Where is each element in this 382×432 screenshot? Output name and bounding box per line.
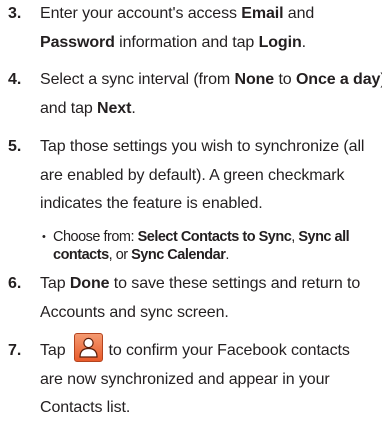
step-number: 4. [8, 71, 22, 88]
step-text: Tap those settings you wish to synchroni… [40, 133, 382, 219]
text-run: . [131, 99, 136, 117]
text-run: information and tap [114, 33, 259, 51]
text-run: to save these settings and return to [109, 275, 361, 292]
text-line: Tap those settings you wish to synchroni… [40, 138, 365, 155]
text-line: Select a sync interval (from None to Onc… [40, 66, 382, 95]
text-run: Tap [40, 275, 70, 292]
text-run-bold: Login [258, 33, 302, 51]
text-run: Enter your account's access [40, 5, 242, 22]
text-line: Choose from: Select Contacts to Sync, Sy… [53, 228, 350, 246]
step-number: 7. [8, 342, 22, 359]
text-run-bold: Sync all [298, 229, 350, 245]
step-text: Tap Done to save these settings and retu… [40, 270, 382, 327]
text-run: . [225, 247, 229, 263]
text-run: to [274, 71, 296, 88]
text-run-bold: Next [97, 99, 132, 117]
text-run-bold: Done [69, 275, 110, 292]
text-run: . [301, 33, 306, 51]
text-run-bold: Once a day [295, 71, 381, 88]
text-line: Password information and tap Login. [40, 29, 382, 58]
text-run: , or [108, 247, 132, 263]
text-line: Tap to confirm your Facebook contacts [40, 333, 382, 366]
step-number: 3. [8, 5, 22, 22]
text-line: Contacts list. [40, 399, 131, 416]
text-line: are now synchronized and appear in your [40, 370, 330, 388]
text-run: and tap [40, 99, 98, 117]
text-line: Accounts and sync screen. [40, 303, 229, 321]
text-run-bold: None [234, 71, 275, 88]
text-line: contacts, or Sync Calendar. [53, 246, 349, 264]
step-number: 6. [8, 275, 22, 292]
text-line: and tap Next. [40, 95, 382, 124]
text-run-bold: Select Contacts to Sync [137, 229, 292, 245]
text-run: and [283, 5, 315, 22]
text-run-bold: Email [241, 5, 284, 22]
text-run-bold: contacts [53, 247, 109, 263]
text-line: Tap Done to save these settings and retu… [40, 270, 382, 299]
text-run-bold: Password [40, 33, 115, 51]
text-line: Enter your account's access Email and [40, 0, 382, 29]
instruction-page: 3. Enter your account's access Email and… [0, 0, 382, 432]
step-text: Select a sync interval (from None to Onc… [40, 66, 382, 123]
text-line: indicates the feature is enabled. [40, 195, 263, 212]
step-text: Tap to confirm your Facebook contacts are… [40, 333, 382, 423]
text-run-bold: Sync Calendar [131, 247, 226, 263]
text-run: Choose from: [53, 229, 138, 245]
text-run: Tap [40, 342, 66, 359]
step-text: Enter your account's access Email and Pa… [40, 0, 382, 57]
text-run: to confirm your Facebook contacts [108, 342, 350, 359]
sub-text: Choose from: Select Contacts to Sync, Sy… [53, 228, 350, 264]
bullet-icon: • [42, 231, 46, 243]
text-run: Select a sync interval (from [40, 71, 235, 88]
contacts-icon [73, 333, 103, 363]
step-number: 5. [8, 138, 22, 155]
text-line: are enabled by default). A green checkma… [40, 166, 345, 184]
